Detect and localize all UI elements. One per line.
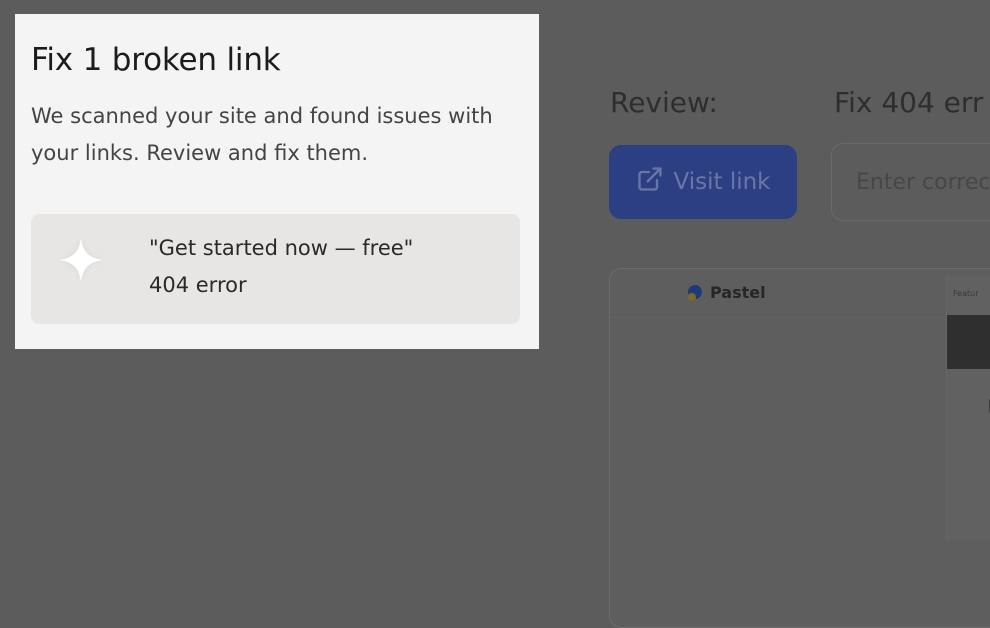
review-label: Review: <box>610 86 718 119</box>
broken-link-issue-card[interactable]: "Get started now — free" 404 error <box>31 214 520 324</box>
visit-link-label: Visit link <box>673 169 771 195</box>
preview-header: Pastel <box>610 269 990 318</box>
pastel-logo-icon <box>688 284 702 301</box>
correct-url-input[interactable] <box>831 143 990 221</box>
preview-side-card: Featur <box>946 277 990 539</box>
page-preview: Pastel Featur <box>609 268 990 628</box>
external-link-icon <box>636 165 664 199</box>
issue-error-status: 404 error <box>149 273 247 297</box>
visit-link-button[interactable]: Visit link <box>609 145 797 219</box>
side-card-label: Featur <box>953 289 979 298</box>
issue-link-text: "Get started now — free" <box>149 236 414 260</box>
popover-title: Fix 1 broken link <box>31 42 281 78</box>
preview-brand: Pastel <box>686 283 766 302</box>
preview-brand-name: Pastel <box>710 283 766 302</box>
side-card-image <box>947 315 990 369</box>
broken-links-popover: Fix 1 broken link We scanned your site a… <box>15 14 539 349</box>
fix-error-label: Fix 404 err <box>834 86 984 119</box>
popover-description: We scanned your site and found issues wi… <box>31 104 493 165</box>
sparkle-icon <box>53 232 109 288</box>
